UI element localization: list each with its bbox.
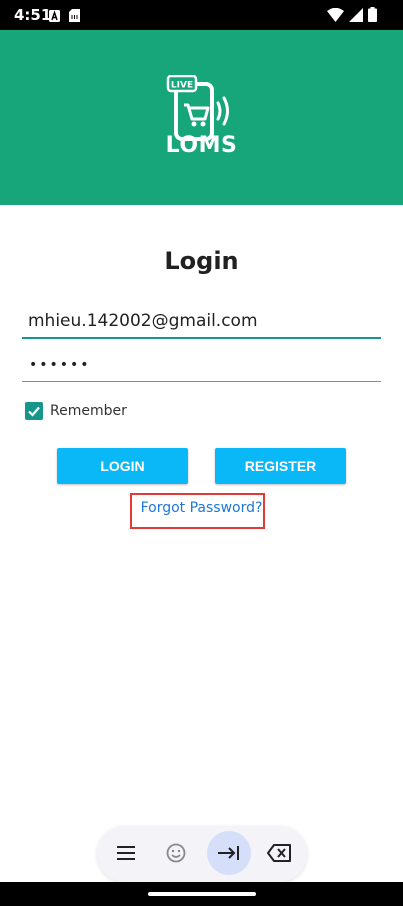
password-field[interactable] xyxy=(22,348,381,382)
signal-icon xyxy=(349,7,363,27)
page-title: Login xyxy=(164,247,239,275)
wifi-icon xyxy=(327,7,344,27)
menu-button[interactable] xyxy=(104,831,148,875)
backspace-button[interactable] xyxy=(257,831,301,875)
status-time: 4:51 xyxy=(14,6,52,24)
remember-checkbox[interactable] xyxy=(25,402,43,420)
email-field[interactable] xyxy=(22,305,381,339)
status-bar: 4:51 xyxy=(0,0,403,30)
battery-icon xyxy=(368,7,377,27)
forgot-password-link[interactable]: Forgot Password? xyxy=(0,500,403,516)
remember-label: Remember xyxy=(50,403,127,419)
backspace-icon xyxy=(267,844,291,862)
status-icons xyxy=(327,7,377,27)
tab-button[interactable] xyxy=(207,831,251,875)
tab-icon xyxy=(218,846,239,860)
home-gesture-handle[interactable] xyxy=(148,892,256,896)
keyboard-toolbar xyxy=(97,826,307,882)
login-button[interactable]: LOGIN xyxy=(57,448,188,484)
autofill-notification-icon xyxy=(49,9,60,22)
navigation-bar xyxy=(0,882,403,906)
logo-live-badge: LIVE xyxy=(171,81,193,91)
remember-checkbox-row[interactable]: Remember xyxy=(25,402,127,420)
sim-card-icon xyxy=(69,9,80,22)
app-header: LIVE LOMS xyxy=(0,30,403,205)
emoji-icon xyxy=(166,843,186,863)
register-button[interactable]: REGISTER xyxy=(215,448,346,484)
emoji-button[interactable] xyxy=(154,831,198,875)
menu-icon xyxy=(117,846,135,860)
app-logo-text: LOMS xyxy=(165,133,238,158)
check-icon xyxy=(28,406,40,417)
